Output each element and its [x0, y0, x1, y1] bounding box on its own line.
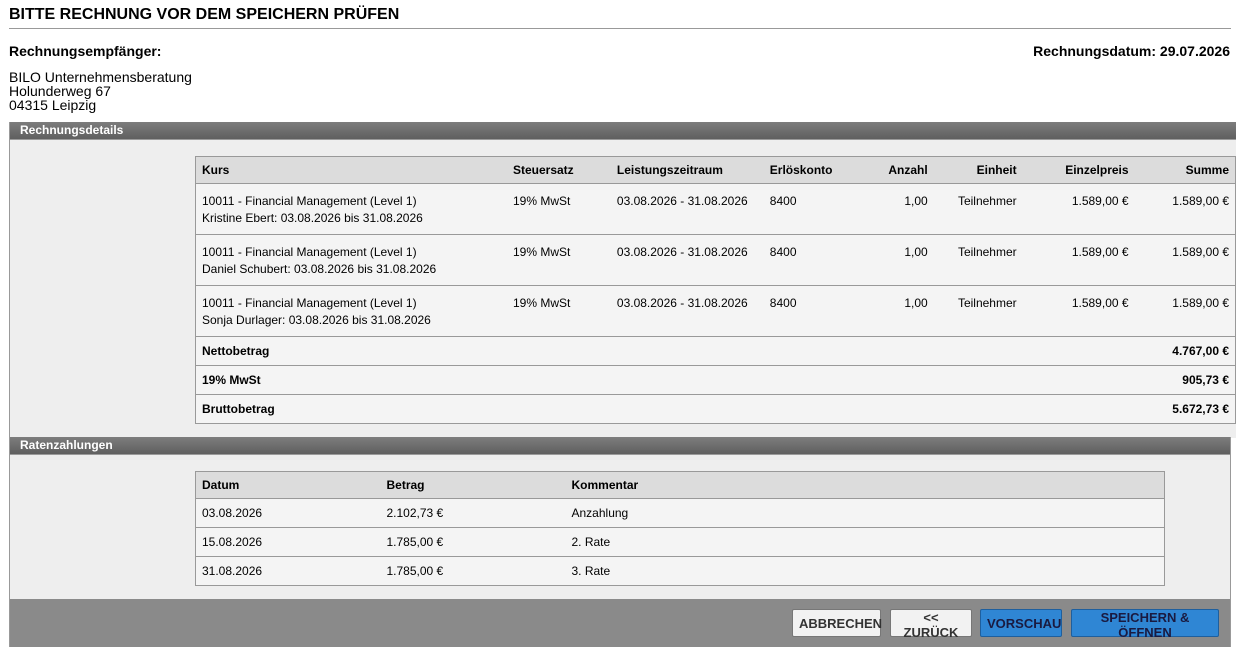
item-course: 10011 - Financial Management (Level 1) — [202, 194, 417, 208]
item-participant: Daniel Schubert: 03.08.2026 bis 31.08.20… — [202, 262, 437, 276]
col-header-price: Einzelpreis — [1022, 156, 1135, 184]
preview-button[interactable]: VORSCHAU — [980, 609, 1062, 637]
item-account: 8400 — [763, 234, 863, 286]
installment-date: 15.08.2026 — [195, 527, 381, 557]
item-course: 10011 - Financial Management (Level 1) — [202, 245, 417, 259]
invoice-date: Rechnungsdatum: 29.07.2026 — [1033, 43, 1230, 59]
col-header-period: Leistungszeitraum — [610, 156, 764, 184]
col-header-account: Erlöskonto — [763, 156, 863, 184]
installment-date: 03.08.2026 — [195, 498, 381, 528]
col-header-amount: Betrag — [380, 471, 566, 499]
item-price: 1.589,00 € — [1022, 183, 1135, 235]
back-button[interactable]: << ZURÜCK — [890, 609, 972, 640]
vat-value: 905,73 € — [1134, 365, 1236, 395]
installments-section: Ratenzahlungen Datum Betrag Kommentar 03… — [9, 437, 1231, 599]
table-row: 15.08.2026 1.785,00 € 2. Rate — [195, 527, 1165, 557]
item-course-cell: 10011 - Financial Management (Level 1) Kr… — [194, 183, 507, 235]
invoice-details-section: Rechnungsdetails Kurs Steuersatz Leistun… — [9, 122, 1236, 438]
item-account: 8400 — [763, 285, 863, 337]
item-tax: 19% MwSt — [506, 183, 611, 235]
vat-label: 19% MwSt — [194, 365, 1135, 395]
item-unit: Teilnehmer — [933, 234, 1023, 286]
table-row: 10011 - Financial Management (Level 1) Da… — [194, 234, 1236, 286]
item-tax: 19% MwSt — [506, 285, 611, 337]
recipient-label: Rechnungsempfänger: — [9, 43, 162, 59]
item-price: 1.589,00 € — [1022, 285, 1135, 337]
item-tax: 19% MwSt — [506, 234, 611, 286]
installment-amount: 1.785,00 € — [380, 556, 566, 586]
invoice-items-table: Kurs Steuersatz Leistungszeitraum Erlösk… — [194, 156, 1236, 424]
item-qty: 1,00 — [862, 183, 934, 235]
item-total: 1.589,00 € — [1134, 183, 1236, 235]
gross-total-row: Bruttobetrag 5.672,73 € — [194, 394, 1236, 424]
col-header-course: Kurs — [194, 156, 507, 184]
item-unit: Teilnehmer — [933, 285, 1023, 337]
net-total-value: 4.767,00 € — [1134, 336, 1236, 366]
installment-comment: 3. Rate — [565, 556, 1165, 586]
item-participant: Kristine Ebert: 03.08.2026 bis 31.08.202… — [202, 211, 423, 225]
item-course-cell: 10011 - Financial Management (Level 1) Da… — [194, 234, 507, 286]
item-account: 8400 — [763, 183, 863, 235]
item-unit: Teilnehmer — [933, 183, 1023, 235]
col-header-date: Datum — [195, 471, 381, 499]
col-header-unit: Einheit — [933, 156, 1023, 184]
item-course-cell: 10011 - Financial Management (Level 1) So… — [194, 285, 507, 337]
col-header-comment: Kommentar — [565, 471, 1165, 499]
page-title: BITTE RECHNUNG VOR DEM SPEICHERN PRÜFEN — [9, 6, 1231, 29]
vat-row: 19% MwSt 905,73 € — [194, 365, 1236, 395]
item-total: 1.589,00 € — [1134, 285, 1236, 337]
item-participant: Sonja Durlager: 03.08.2026 bis 31.08.202… — [202, 313, 431, 327]
table-row: 31.08.2026 1.785,00 € 3. Rate — [195, 556, 1165, 586]
address-street: Holunderweg 67 — [9, 83, 111, 99]
table-header-row: Kurs Steuersatz Leistungszeitraum Erlösk… — [194, 156, 1236, 184]
net-total-label: Nettobetrag — [194, 336, 1135, 366]
col-header-qty: Anzahl — [862, 156, 934, 184]
recipient-address: BILO Unternehmensberatung Holunderweg 67… — [9, 70, 192, 112]
col-header-tax: Steuersatz — [506, 156, 611, 184]
item-course: 10011 - Financial Management (Level 1) — [202, 296, 417, 310]
item-total: 1.589,00 € — [1134, 234, 1236, 286]
save-and-open-button[interactable]: SPEICHERN & ÖFFNEN — [1071, 609, 1219, 640]
address-city: 04315 Leipzig — [9, 97, 97, 113]
table-row: 10011 - Financial Management (Level 1) Kr… — [194, 183, 1236, 235]
table-row: 10011 - Financial Management (Level 1) So… — [194, 285, 1236, 337]
gross-total-value: 5.672,73 € — [1134, 394, 1236, 424]
installment-comment: 2. Rate — [565, 527, 1165, 557]
item-period: 03.08.2026 - 31.08.2026 — [610, 234, 764, 286]
installments-header: Ratenzahlungen — [10, 437, 1230, 455]
net-total-row: Nettobetrag 4.767,00 € — [194, 336, 1236, 366]
item-qty: 1,00 — [862, 234, 934, 286]
installments-table: Datum Betrag Kommentar 03.08.2026 2.102,… — [195, 471, 1165, 586]
item-qty: 1,00 — [862, 285, 934, 337]
cancel-button[interactable]: ABBRECHEN — [792, 609, 882, 637]
installment-amount: 1.785,00 € — [380, 527, 566, 557]
address-name: BILO Unternehmensberatung — [9, 69, 192, 85]
table-row: 03.08.2026 2.102,73 € Anzahlung — [195, 498, 1165, 528]
item-price: 1.589,00 € — [1022, 234, 1135, 286]
table-header-row: Datum Betrag Kommentar — [195, 471, 1165, 499]
installment-date: 31.08.2026 — [195, 556, 381, 586]
installment-comment: Anzahlung — [565, 498, 1165, 528]
invoice-details-header: Rechnungsdetails — [10, 122, 1236, 140]
item-period: 03.08.2026 - 31.08.2026 — [610, 183, 764, 235]
installment-amount: 2.102,73 € — [380, 498, 566, 528]
item-period: 03.08.2026 - 31.08.2026 — [610, 285, 764, 337]
action-bar: ABBRECHEN << ZURÜCK VORSCHAU SPEICHERN &… — [9, 599, 1231, 647]
col-header-total: Summe — [1134, 156, 1236, 184]
gross-total-label: Bruttobetrag — [194, 394, 1135, 424]
